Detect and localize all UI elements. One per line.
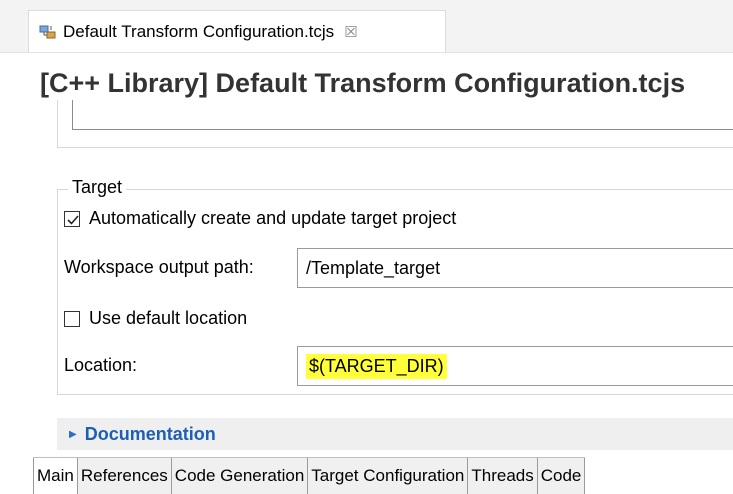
workspace-output-field[interactable]: /Template_target — [297, 248, 733, 288]
tab-code-generation[interactable]: Code Generation — [171, 458, 309, 494]
target-group-legend: Target — [68, 177, 127, 198]
tab-references[interactable]: References — [77, 458, 172, 494]
workspace-output-value: /Template_target — [306, 257, 441, 278]
tab-main[interactable]: Main — [33, 458, 78, 494]
documentation-section-header[interactable]: ▶ Documentation — [57, 418, 733, 450]
tab-threads[interactable]: Threads — [468, 458, 538, 494]
location-field[interactable]: $(TARGET_DIR) — [297, 346, 733, 386]
checkmark-icon — [67, 215, 79, 225]
editor-tab-strip: Default Transform Configuration.tcjs ☒ — [0, 0, 733, 53]
editor-tab-default-transform-configuration[interactable]: Default Transform Configuration.tcjs ☒ — [28, 10, 446, 52]
editor-tab-title: Default Transform Configuration.tcjs — [63, 21, 335, 41]
close-icon[interactable]: ☒ — [344, 23, 357, 41]
location-value: $(TARGET_DIR) — [306, 353, 447, 379]
expand-arrow-icon: ▶ — [69, 428, 77, 440]
tab-label: Target Configuration — [311, 466, 465, 485]
auto-create-label: Automatically create and update target p… — [89, 208, 457, 228]
editor-window: Default Transform Configuration.tcjs ☒ [… — [0, 0, 733, 494]
upper-text-area[interactable] — [72, 100, 733, 130]
tab-label: Code Generation — [174, 466, 305, 485]
documentation-label: Documentation — [84, 423, 216, 444]
editor-page-tabs: Main References Code Generation Target C… — [33, 457, 586, 494]
tab-label: Code — [540, 466, 582, 485]
tab-label: References — [80, 466, 168, 485]
tab-code[interactable]: Code — [537, 458, 586, 494]
transform-config-file-icon — [39, 24, 57, 40]
tab-target-configuration[interactable]: Target Configuration — [308, 458, 469, 494]
auto-create-checkbox[interactable] — [64, 211, 80, 227]
tab-label: Main — [37, 466, 74, 485]
use-default-location-label: Use default location — [89, 308, 248, 328]
workspace-output-label: Workspace output path: — [64, 257, 254, 277]
location-label: Location: — [64, 355, 138, 375]
page-title: [C++ Library] Default Transform Configur… — [40, 68, 686, 98]
use-default-location-checkbox[interactable] — [64, 311, 80, 327]
tab-label: Threads — [471, 466, 534, 485]
